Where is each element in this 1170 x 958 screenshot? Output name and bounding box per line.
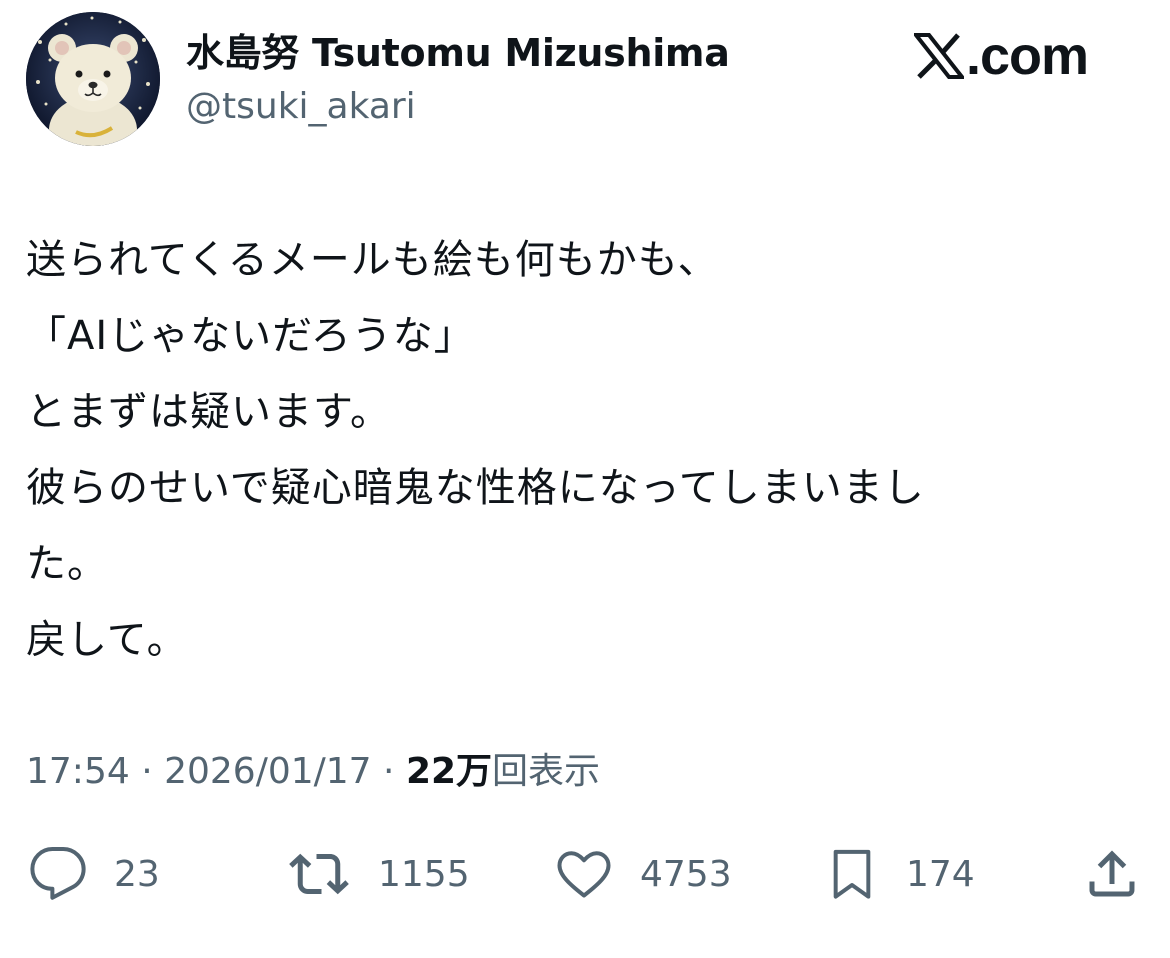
tweet-text: 送られてくるメールも絵も何もかも、 「AIじゃないだろうな」 とまずは疑います。… [26,222,1126,678]
bookmark-button[interactable]: 174 [824,836,975,912]
tweet-line: 彼らのせいで疑心暗鬼な性格になってしまいまし [26,465,925,511]
tweet-time[interactable]: 17:54 [26,751,130,792]
tweet-line: 「AIじゃないだろうな」 [26,313,475,359]
tweet-line: 戻して。 [26,617,188,663]
reply-button[interactable]: 23 [28,836,160,912]
bookmark-count: 174 [906,853,975,895]
x-logo-icon [914,33,964,79]
tweet-line: とまずは疑います。 [26,389,391,435]
action-bar: 23 1155 4753 174 [0,836,1170,912]
like-count: 4753 [640,853,732,895]
author-handle[interactable]: @tsuki_akari [186,82,416,132]
views-label: 回表示 [492,751,601,792]
logo-text: .com [966,26,1089,86]
tweet-date[interactable]: 2026/01/17 [164,751,372,792]
tweet-meta: 17:54 · 2026/01/17 · 22万回表示 [26,744,600,800]
heart-icon [557,851,611,898]
bear-avatar-image [26,12,160,146]
tweet-line: た。 [26,541,108,587]
bookmark-icon [833,849,871,899]
share-icon [1089,850,1135,897]
tweet-line: 送られてくるメールも絵も何もかも、 [26,237,719,283]
retweet-icon [289,853,349,895]
meta-separator: · [383,751,406,792]
retweet-button[interactable]: 1155 [286,836,470,912]
views-count: 22万 [405,751,493,792]
avatar[interactable] [26,12,160,146]
meta-separator: · [141,751,165,792]
retweet-count: 1155 [378,853,470,895]
x-com-logo: .com [914,26,1089,86]
reply-count: 23 [114,853,160,895]
like-button[interactable]: 4753 [554,836,732,912]
author-display-name[interactable]: 水島努 Tsutomu Mizushima [186,28,730,78]
reply-icon [30,847,86,900]
share-button[interactable] [1082,836,1142,912]
